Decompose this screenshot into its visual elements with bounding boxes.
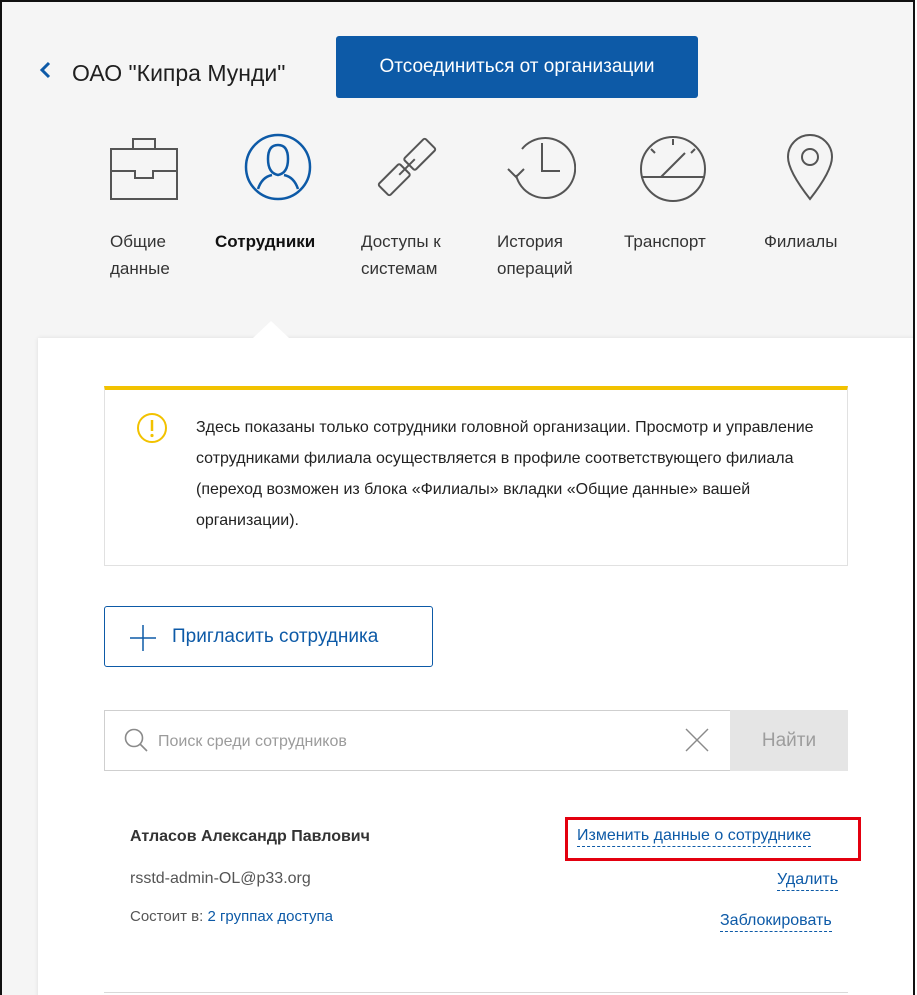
active-tab-pointer (253, 321, 289, 338)
divider (104, 992, 848, 993)
speedometer-icon[interactable] (637, 131, 709, 203)
invite-employee-label[interactable]: Пригласить сотрудника (172, 626, 378, 648)
chevron-left-icon[interactable] (38, 60, 54, 80)
window-frame: ОАО "Кипра Мунди" Отсоединиться от орган… (0, 0, 915, 995)
delete-employee-link[interactable]: Удалить (777, 870, 839, 891)
location-pin-icon[interactable] (784, 131, 836, 203)
tab-operation-history[interactable]: История операций (497, 228, 573, 282)
notice-text: Здесь показаны только сотрудники головно… (196, 419, 814, 529)
search-icon (124, 728, 148, 752)
employee-email: rsstd-admin-OL@p33.org (130, 870, 311, 887)
tab-general-data[interactable]: Общие данные (110, 228, 170, 282)
organization-title: ОАО "Кипра Мунди" (72, 60, 286, 86)
employee-groups: Состоит в: 2 группах доступа (130, 908, 333, 925)
employee-name: Атласов Александр Павлович (130, 828, 370, 845)
tab-transport[interactable]: Транспорт (624, 228, 706, 255)
groups-prefix: Состоит в: (130, 908, 204, 925)
edit-employee-link[interactable]: Изменить данные о сотруднике (577, 826, 812, 847)
warning-icon (137, 413, 167, 443)
tab-system-access[interactable]: Доступы к системам (361, 228, 441, 282)
person-icon[interactable] (242, 131, 314, 203)
groups-link[interactable]: 2 группах доступа (207, 908, 333, 925)
search-input[interactable] (156, 726, 670, 758)
briefcase-icon[interactable] (107, 131, 181, 203)
find-button[interactable]: Найти (730, 710, 848, 771)
tab-employees[interactable]: Сотрудники (215, 228, 315, 255)
chain-link-icon[interactable] (372, 131, 442, 203)
history-icon[interactable] (502, 131, 576, 203)
tab-branches[interactable]: Филиалы (764, 228, 837, 255)
block-employee-link[interactable]: Заблокировать (720, 911, 832, 932)
close-icon[interactable] (683, 726, 711, 754)
detach-organization-button[interactable]: Отсоединиться от организации (336, 36, 698, 98)
plus-icon[interactable] (129, 624, 157, 652)
